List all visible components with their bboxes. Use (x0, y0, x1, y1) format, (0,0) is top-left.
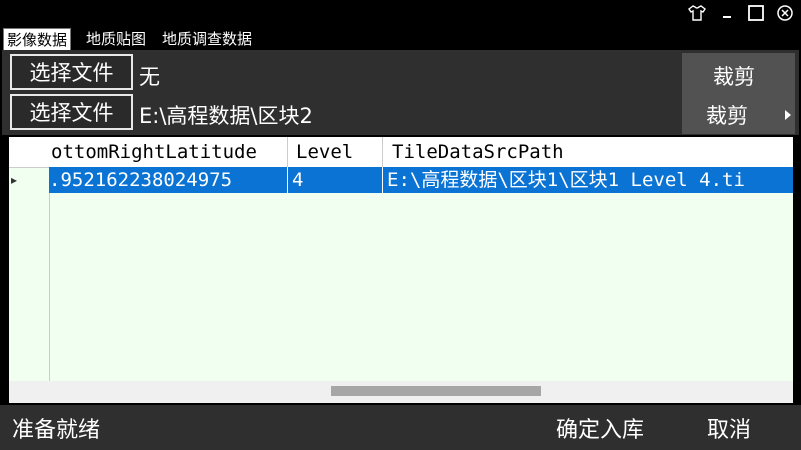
table-row[interactable]: ▸ .952162238024975 4 E:\高程数据\区块1\区块1 Lev… (9, 167, 793, 193)
column-header-tile-data-src-path[interactable]: TileDataSrcPath (383, 137, 793, 167)
confirm-import-button[interactable]: 确定入库 (556, 412, 644, 444)
crop-area: 裁剪 裁剪 (682, 53, 795, 134)
crop-button[interactable]: 裁剪 (713, 61, 755, 91)
status-bar: 准备就绪 确定入库 取消 (0, 405, 801, 450)
close-icon[interactable] (774, 3, 796, 23)
table-cell-level[interactable]: 4 (288, 167, 386, 193)
table-cell-path[interactable]: E:\高程数据\区块1\区块1 Level 4.ti (383, 167, 793, 193)
data-grid[interactable]: ottomRightLatitude Level TileDataSrcPath… (9, 137, 793, 403)
cell-divider (382, 167, 383, 193)
maximize-icon[interactable] (745, 3, 767, 23)
column-header-bottom-right-latitude[interactable]: ottomRightLatitude (49, 137, 289, 167)
cancel-button[interactable]: 取消 (707, 412, 751, 444)
grid-header: ottomRightLatitude Level TileDataSrcPath (9, 137, 793, 168)
tab-geology-survey[interactable]: 地质调查数据 (159, 28, 255, 50)
cell-latitude-value: 952162238024975 (60, 169, 233, 191)
tab-strip: 影像数据 地质贴图 地质调查数据 (0, 26, 801, 51)
file-path-1: 无 (139, 65, 160, 89)
title-bar (0, 0, 801, 26)
file-path-2: E:\高程数据\区块2 (139, 104, 313, 128)
select-file-button-2[interactable]: 选择文件 (10, 94, 133, 130)
horizontal-scrollbar[interactable] (9, 381, 793, 403)
shirt-icon[interactable] (686, 3, 708, 23)
status-text: 准备就绪 (12, 418, 101, 443)
tab-image-data[interactable]: 影像数据 (3, 28, 72, 51)
file-selection-panel: 选择文件 无 选择文件 E:\高程数据\区块2 (2, 50, 799, 135)
row-selected-indicator: ▸ (11, 173, 18, 187)
table-cell-latitude[interactable]: .952162238024975 (49, 167, 287, 193)
column-header-level[interactable]: Level (288, 137, 390, 167)
minimize-icon[interactable] (716, 3, 738, 23)
cell-prefix: . (49, 169, 61, 191)
cell-divider (287, 167, 288, 193)
crop-dropdown-button[interactable]: 裁剪 (706, 100, 748, 130)
scrollbar-thumb[interactable] (331, 386, 541, 396)
tab-geology-texture[interactable]: 地质贴图 (83, 28, 149, 50)
select-file-button-1[interactable]: 选择文件 (10, 54, 133, 90)
chevron-right-icon[interactable] (784, 109, 792, 121)
